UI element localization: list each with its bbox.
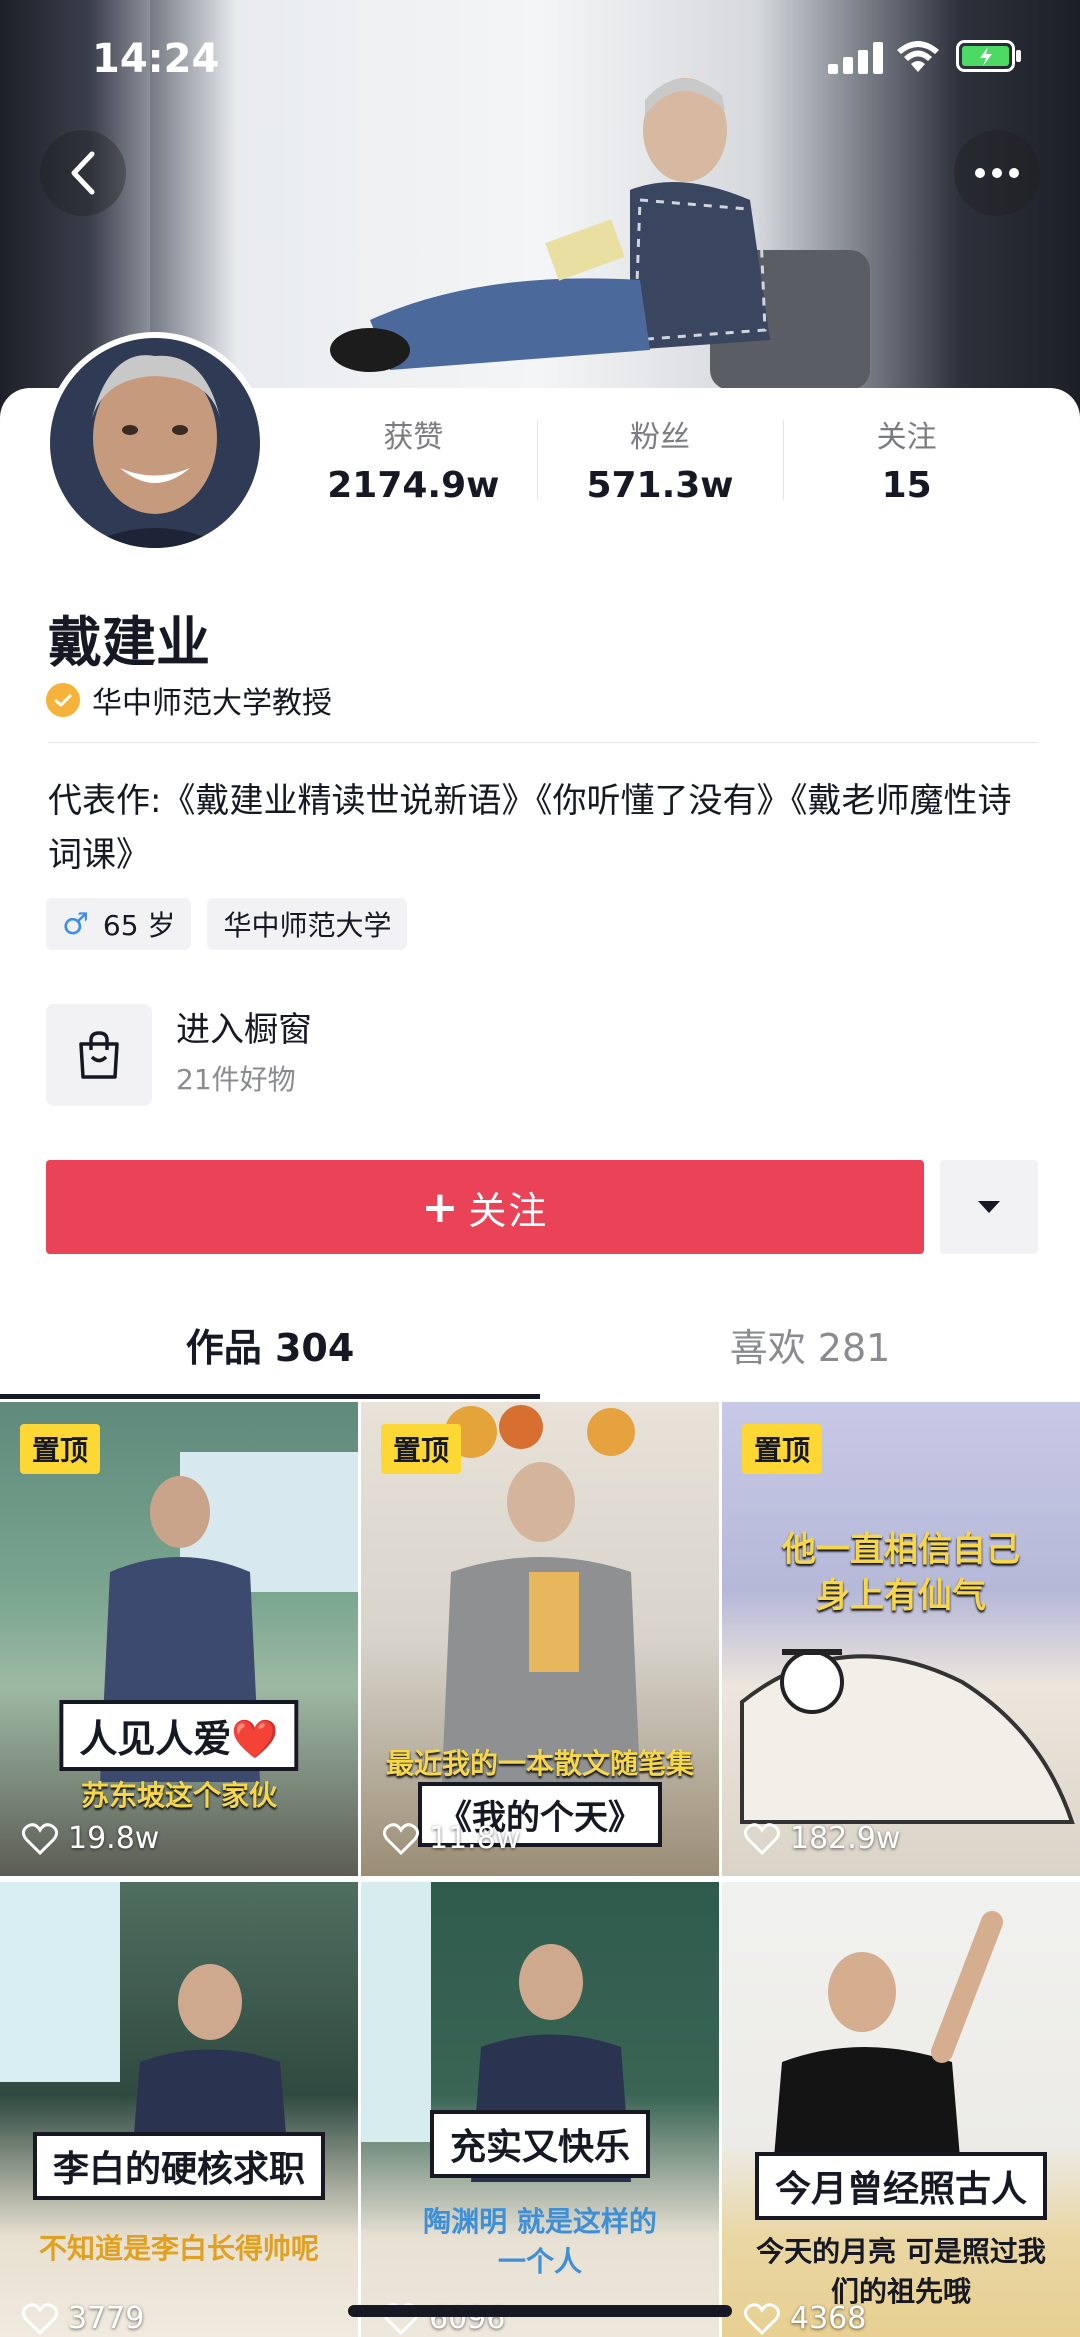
verified-title: 华中师范大学教授: [92, 686, 332, 721]
likes-count: 182.9w: [790, 1821, 901, 1856]
shopping-bag-icon: [46, 1004, 152, 1106]
shop-subtitle: 21件好物: [176, 1063, 296, 1096]
recommend-dropdown-button[interactable]: [940, 1160, 1038, 1254]
video-caption-small: 今天的月亮 可是照过我们的祖先哦: [756, 2235, 1046, 2308]
follow-button[interactable]: + 关注: [46, 1160, 924, 1254]
more-dots-icon: [975, 168, 1019, 178]
avatar[interactable]: [44, 332, 266, 554]
stat-label: 粉丝: [630, 420, 690, 455]
chevron-left-icon: [71, 151, 95, 195]
video-thumbnail[interactable]: 今月曾经照古人 今天的月亮 可是照过我们的祖先哦 4368: [722, 1882, 1080, 2337]
stat-label: 关注: [876, 420, 937, 455]
back-button[interactable]: [40, 130, 126, 216]
video-thumbnail[interactable]: 李白的硬核求职 不知道是李白长得帅呢 3779: [0, 1882, 358, 2337]
divider: [48, 742, 1038, 743]
heart-icon: [383, 1822, 419, 1855]
profile-name: 戴建业: [48, 611, 210, 674]
heart-icon: [22, 2302, 58, 2335]
more-options-button[interactable]: [954, 130, 1040, 216]
battery-charging-icon: [956, 40, 1021, 72]
home-indicator[interactable]: [348, 2305, 732, 2317]
content-tabs: 作品 304 喜欢 281: [0, 1306, 1080, 1402]
video-caption-big: 人见人爱❤️: [59, 1700, 299, 1771]
video-caption-big: 充实又快乐: [429, 2110, 651, 2178]
video-likes: 3779: [22, 2301, 144, 2336]
video-likes: 11.8w: [383, 1821, 520, 1856]
video-thumbnail[interactable]: 充实又快乐 陶渊明 就是这样的一个人 6096: [361, 1882, 719, 2337]
stat-value: 571.3w: [586, 465, 734, 506]
video-caption-small: 身上有仙气: [816, 1576, 986, 1616]
caret-down-icon: [978, 1201, 1000, 1213]
video-caption-small: 陶渊明 就是这样的一个人: [423, 2205, 657, 2278]
school-text: 华中师范大学: [223, 909, 392, 942]
age-tag: ♂ 65 岁: [46, 898, 192, 950]
heart-icon: [744, 1822, 780, 1855]
video-likes: 19.8w: [22, 1821, 159, 1856]
likes-count: 19.8w: [68, 1821, 160, 1856]
stat-value: 2174.9w: [327, 465, 500, 506]
stat-followers[interactable]: 粉丝 571.3w: [536, 418, 784, 508]
shop-title: 进入橱窗: [176, 1010, 312, 1050]
video-caption-big: 李白的硬核求职: [32, 2132, 326, 2200]
likes-count: 4368: [790, 2301, 867, 2336]
wifi-icon: [897, 41, 939, 72]
cellular-signal-icon: [828, 42, 883, 74]
pinned-badge: 置顶: [742, 1424, 823, 1474]
stat-likes[interactable]: 获赞 2174.9w: [290, 418, 537, 508]
video-likes: 4368: [744, 2301, 866, 2336]
video-caption-big: 今月曾经照古人: [754, 2152, 1048, 2220]
pinned-badge: 置顶: [20, 1424, 101, 1474]
likes-count: 3779: [68, 2301, 145, 2336]
status-bar: 14:24: [0, 0, 1080, 120]
status-time: 14:24: [92, 36, 220, 82]
shop-window-entry[interactable]: 进入橱窗 21件好物: [46, 1004, 312, 1106]
video-scene: [0, 1882, 290, 2182]
video-thumbnail[interactable]: 置顶 他一直相信自己 身上有仙气 182.9w: [722, 1402, 1080, 1876]
plus-icon: +: [421, 1181, 461, 1233]
tab-works[interactable]: 作品 304: [0, 1306, 540, 1402]
school-tag[interactable]: 华中师范大学: [207, 898, 408, 950]
video-caption-small: 不知道是李白长得帅呢: [38, 2232, 320, 2265]
active-tab-indicator: [0, 1394, 540, 1399]
profile-bio: 代表作:《戴建业精读世说新语》《你听懂了没有》《戴老师魔性诗词课》: [48, 781, 1012, 875]
profile-tags: ♂ 65 岁 华中师范大学: [46, 898, 408, 950]
pinned-badge: 置顶: [381, 1424, 462, 1474]
verified-badge: 华中师范大学教授: [46, 678, 332, 722]
profile-stats: 获赞 2174.9w 粉丝 571.3w 关注 15: [290, 418, 1030, 508]
heart-icon: [744, 2302, 780, 2335]
video-caption-small: 最近我的一本散文随笔集: [385, 1747, 695, 1780]
follow-label: 关注: [468, 1188, 549, 1233]
video-thumbnail[interactable]: 置顶 人见人爱❤️ 苏东坡这个家伙 19.8w: [0, 1402, 358, 1876]
video-caption-small: 苏东坡这个家伙: [80, 1779, 278, 1812]
video-caption-big: 他一直相信自己: [782, 1530, 1020, 1570]
avatar-image: [50, 338, 260, 548]
heart-icon: [22, 1822, 58, 1855]
likes-count: 11.8w: [429, 1821, 521, 1856]
video-likes: 182.9w: [744, 1821, 900, 1856]
video-thumbnail[interactable]: 置顶 最近我的一本散文随笔集 《我的个天》 11.8w: [361, 1402, 719, 1876]
tab-likes[interactable]: 喜欢 281: [540, 1306, 1080, 1402]
verified-check-icon: [46, 683, 80, 717]
stat-value: 15: [881, 465, 932, 506]
stat-following[interactable]: 关注 15: [783, 418, 1030, 508]
male-icon: ♂: [62, 906, 89, 942]
stat-label: 获赞: [383, 420, 444, 455]
age-text: 65 岁: [102, 909, 176, 942]
video-grid: 置顶 人见人爱❤️ 苏东坡这个家伙 19.8w 置顶 最近我的一本散文随笔集 《…: [0, 1402, 1080, 2337]
